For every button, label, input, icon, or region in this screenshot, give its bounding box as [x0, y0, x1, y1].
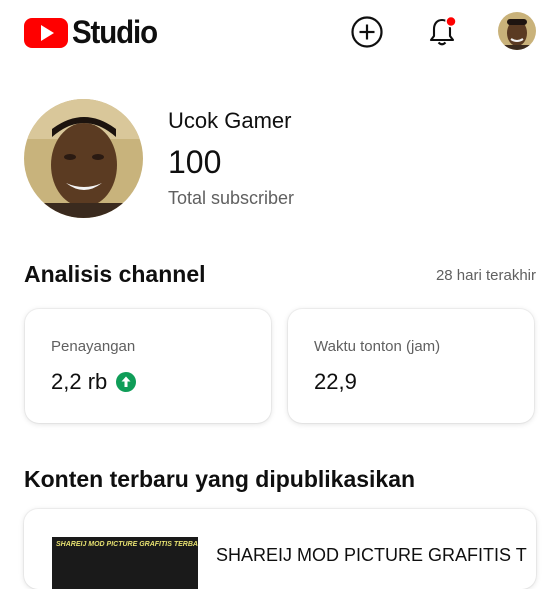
channel-name: Ucok Gamer [168, 108, 292, 133]
bell-icon [429, 15, 457, 46]
latest-content-title: Konten terbaru yang dipublikasikan [24, 466, 416, 492]
channel-avatar-image [24, 99, 143, 218]
video-thumbnail[interactable]: SHAREIJ MOD PICTURE GRAFITIS TERBARU [52, 537, 198, 589]
notifications-button[interactable] [424, 14, 460, 50]
avatar [498, 12, 536, 50]
watch-time-value-row: 22,9 [314, 369, 357, 395]
studio-logo[interactable]: Studio [24, 14, 164, 50]
analytics-period: 28 hari terakhir [435, 267, 536, 284]
views-value: 2,2 rb [51, 369, 108, 394]
top-app-bar: Studio [0, 0, 560, 64]
watch-time-label: Waktu tonton (jam) [314, 338, 441, 355]
watch-time-card[interactable]: Waktu tonton (jam) 22,9 [288, 309, 534, 423]
watch-time-value: 22,9 [314, 369, 357, 394]
channel-avatar[interactable] [24, 99, 143, 218]
subscriber-label: Total subscriber [168, 188, 295, 208]
arrow-up-circle-icon [116, 372, 137, 392]
analytics-section-title: Analisis channel [24, 261, 206, 287]
views-label: Penayangan [51, 338, 136, 355]
notification-badge [445, 15, 457, 28]
account-avatar[interactable] [498, 12, 536, 50]
thumbnail-text: SHAREIJ MOD PICTURE GRAFITIS TERBARU [56, 541, 198, 548]
latest-video-card[interactable]: SHAREIJ MOD PICTURE GRAFITIS TERBARU SHA… [24, 509, 536, 589]
video-title[interactable]: SHAREIJ MOD PICTURE GRAFITIS T [216, 545, 527, 566]
youtube-play-icon [24, 18, 68, 48]
views-card[interactable]: Penayangan 2,2 rb [25, 309, 271, 423]
create-button[interactable] [349, 14, 385, 50]
views-value-row: 2,2 rb [51, 369, 137, 395]
subscriber-count: 100 [168, 144, 222, 180]
plus-circle-icon [351, 16, 383, 48]
app-title: Studio [72, 14, 158, 50]
